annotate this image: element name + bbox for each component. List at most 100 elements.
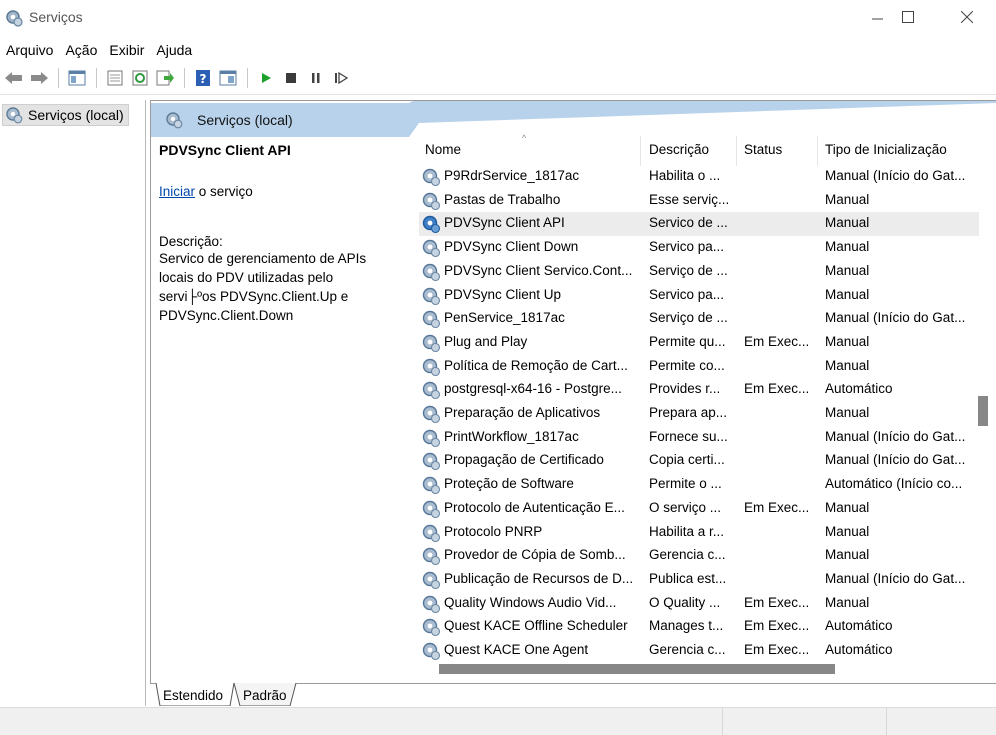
- service-name-cell: PDVSync Client API: [444, 215, 565, 231]
- show-hide-tree-button[interactable]: [65, 67, 89, 89]
- table-row[interactable]: PDVSync Client Up Servico pa... Manual: [419, 284, 979, 308]
- description-label: Descrição:: [159, 234, 223, 249]
- table-row[interactable]: Política de Remoção de Cart... Permite co…: [419, 355, 979, 379]
- service-description-cell: Permite co...: [649, 357, 725, 373]
- horizontal-scrollbar-thumb[interactable]: [439, 664, 835, 674]
- column-headers: ^ Nome Descrição Status Tipo de Iniciali…: [419, 133, 979, 166]
- start-service-link[interactable]: Iniciar: [159, 184, 195, 199]
- service-name-cell: PrintWorkflow_1817ac: [444, 428, 579, 444]
- menu-acao[interactable]: Ação: [59, 38, 103, 62]
- service-startup-type-cell: Automático (Início co...: [825, 476, 963, 492]
- table-row[interactable]: Proteção de Software Permite o ... Automát…: [419, 473, 979, 497]
- column-header-label: Status: [744, 142, 783, 157]
- table-row[interactable]: Pastas de Trabalho Esse serviç... Manual: [419, 189, 979, 213]
- service-name-cell: Política de Remoção de Cart...: [444, 357, 628, 373]
- table-row[interactable]: Publicação de Recursos de D... Publica es…: [419, 568, 979, 592]
- properties-button[interactable]: [103, 67, 127, 89]
- table-row[interactable]: Quality Windows Audio Vid... O Quality ..…: [419, 592, 979, 616]
- tab-padrao[interactable]: Padrão: [243, 688, 287, 703]
- resume-service-button[interactable]: [329, 67, 353, 89]
- table-row[interactable]: PDVSync Client Down Servico pa... Manual: [419, 236, 979, 260]
- refresh-button[interactable]: [128, 67, 152, 89]
- column-header-label: Nome: [425, 142, 462, 157]
- window-title: Serviços: [29, 9, 83, 25]
- service-gear-icon: [421, 570, 441, 590]
- table-row[interactable]: Provedor de Cópia de Somb... Gerencia c..…: [419, 544, 979, 568]
- toolbar-separator: [96, 68, 97, 88]
- table-row[interactable]: Quest KACE One Agent Gerencia c... Em Exec…: [419, 639, 979, 663]
- menu-ajuda[interactable]: Ajuda: [150, 38, 198, 62]
- table-row[interactable]: PrintWorkflow_1817ac Fornece su... Manual …: [419, 426, 979, 450]
- service-startup-type-cell: Manual (Início do Gat...: [825, 310, 966, 326]
- main-pane: Serviços (local) PDVSync Client API Inic…: [150, 100, 996, 706]
- service-startup-type-cell: Manual: [825, 215, 870, 231]
- service-gear-icon: [421, 523, 441, 543]
- service-name-cell: Publicação de Recursos de D...: [444, 570, 634, 586]
- column-header-status[interactable]: Status: [738, 136, 818, 166]
- pause-service-button[interactable]: [304, 67, 328, 89]
- column-header-name[interactable]: ^ Nome: [419, 133, 641, 166]
- service-name-cell: Preparação de Aplicativos: [444, 405, 601, 420]
- service-description-cell: Gerencia c...: [649, 547, 726, 563]
- minimize-icon: [872, 18, 883, 20]
- service-startup-type-cell: Manual: [825, 239, 870, 255]
- column-header-description[interactable]: Descrição: [643, 136, 737, 166]
- start-service-line: Iniciar o serviço: [159, 184, 409, 199]
- refresh-icon: [132, 70, 148, 86]
- close-button[interactable]: [944, 0, 990, 34]
- vertical-scrollbar-thumb[interactable]: [978, 396, 988, 426]
- service-description-cell: Serviço de ...: [649, 262, 728, 278]
- service-gear-icon: [421, 641, 441, 661]
- table-row[interactable]: PenService_1817ac Serviço de ... Manual (I…: [419, 307, 979, 331]
- stop-service-icon: [286, 73, 296, 83]
- service-name-cell: Quest KACE Offline Scheduler: [444, 618, 628, 634]
- status-bar-divider: [886, 708, 887, 735]
- service-gear-icon: [421, 333, 441, 353]
- vertical-scrollbar[interactable]: [972, 130, 988, 678]
- table-row[interactable]: P9RdrService_1817ac Habilita o ... Manual …: [419, 165, 979, 189]
- table-row[interactable]: PDVSync Client API Servico de ... Manual: [419, 212, 979, 237]
- service-description-cell: Fornece su...: [649, 428, 728, 444]
- export-list-icon: [156, 70, 174, 86]
- help-button[interactable]: ?: [191, 67, 215, 89]
- tab-estendido[interactable]: Estendido: [163, 688, 223, 703]
- menu-exibir[interactable]: Exibir: [103, 38, 150, 62]
- table-row[interactable]: Quest KACE Offline Scheduler Manages t...…: [419, 615, 979, 639]
- tree-item-services-local[interactable]: Serviços (local): [2, 104, 129, 126]
- service-startup-type-cell: Manual (Início do Gat...: [825, 428, 966, 444]
- table-row[interactable]: Propagação de Certificado Copia certi... M…: [419, 449, 979, 473]
- tree-item-label: Serviços (local): [28, 107, 124, 123]
- maximize-button[interactable]: [885, 0, 931, 34]
- export-list-button[interactable]: [153, 67, 177, 89]
- back-icon: [5, 72, 22, 84]
- menu-arquivo[interactable]: Arquivo: [0, 38, 59, 62]
- toolbar: ?: [0, 64, 996, 92]
- console-tree: Serviços (local): [0, 100, 146, 706]
- resume-service-icon: [335, 72, 348, 84]
- table-row[interactable]: PDVSync Client Servico.Cont... Serviço de…: [419, 260, 979, 284]
- stop-service-button[interactable]: [279, 67, 303, 89]
- service-startup-type-cell: Manual: [825, 523, 870, 539]
- table-row[interactable]: Plug and Play Permite qu... Em Exec... Manu…: [419, 331, 979, 355]
- start-service-button[interactable]: [254, 67, 278, 89]
- service-startup-type-cell: Manual: [825, 547, 870, 563]
- service-description-cell: O Quality ...: [649, 594, 721, 610]
- services-gear-icon: [6, 107, 23, 124]
- service-name-cell: Plug and Play: [444, 333, 528, 349]
- column-header-startup-type[interactable]: Tipo de Inicialização: [819, 136, 979, 166]
- table-row[interactable]: Protocolo PNRP Habilita a r... Manual: [419, 521, 979, 545]
- service-startup-type-cell: Manual: [825, 333, 870, 349]
- back-button[interactable]: [2, 67, 26, 89]
- horizontal-scrollbar[interactable]: [419, 662, 979, 678]
- service-gear-icon: [421, 191, 441, 211]
- extended-description-panel: PDVSync Client API Iniciar o serviço Des…: [159, 142, 409, 325]
- start-service-icon: [262, 73, 271, 83]
- pause-service-icon: [312, 73, 320, 83]
- forward-button[interactable]: [27, 67, 51, 89]
- table-row[interactable]: Protocolo de Autenticação E... O serviço …: [419, 497, 979, 521]
- table-row[interactable]: postgresql-x64-16 - Postgre... Provides r…: [419, 378, 979, 402]
- console-view-button[interactable]: [216, 67, 240, 89]
- table-row[interactable]: Preparação de Aplicativos Prepara ap... Ma…: [419, 402, 979, 426]
- service-gear-icon: [421, 380, 441, 400]
- service-description-cell: Publica est...: [649, 570, 727, 586]
